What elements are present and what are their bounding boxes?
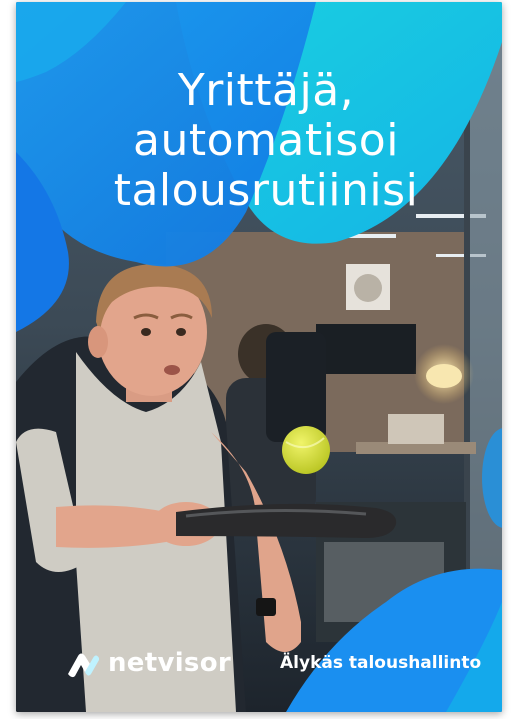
netvisor-logo-icon bbox=[68, 653, 99, 678]
ad-card: Yrittäjä, automatisoi talousrutiinisi ne… bbox=[16, 2, 502, 712]
headline-line-3: talousrutiinisi bbox=[113, 165, 419, 216]
brand-logo[interactable]: netvisor bbox=[66, 645, 231, 681]
headline-line-1: Yrittäjä, bbox=[177, 65, 355, 116]
headline-line-2: automatisoi bbox=[133, 115, 399, 166]
tagline: Älykäs taloushallinto bbox=[280, 653, 482, 673]
brand-name: netvisor bbox=[108, 648, 231, 678]
headline: Yrittäjä, automatisoi talousrutiinisi bbox=[76, 66, 456, 216]
